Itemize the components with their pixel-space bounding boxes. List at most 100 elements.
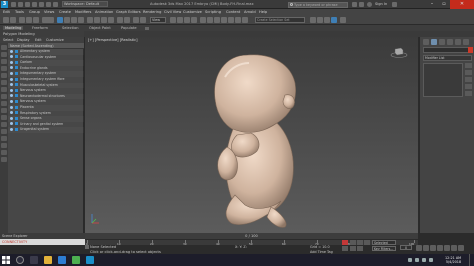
language-icon[interactable] [429, 258, 433, 262]
unlink-icon[interactable] [26, 17, 32, 23]
snaps-toggle-icon[interactable] [170, 17, 176, 23]
menu-arnold[interactable]: Arnold [244, 10, 256, 14]
material-editor-icon[interactable] [310, 17, 316, 23]
pan-icon[interactable] [444, 245, 450, 251]
project-folder-icon[interactable] [46, 2, 51, 7]
visibility-icon[interactable] [10, 111, 13, 115]
visibility-icon[interactable] [10, 49, 13, 53]
key-filters-button[interactable]: Key Filters... [372, 246, 396, 251]
menu-graph-editors[interactable]: Graph Editors [116, 10, 141, 14]
pivot-center-icon[interactable] [124, 17, 130, 23]
tab-populate[interactable]: Populate [121, 26, 137, 30]
zoom-all-icon[interactable] [423, 245, 429, 251]
new-file-icon[interactable] [11, 2, 16, 7]
menu-help[interactable]: Help [259, 10, 267, 14]
keyboard-shortcut-icon[interactable] [140, 17, 146, 23]
zoom-extents-icon[interactable] [430, 245, 436, 251]
ribbon-options-icon[interactable] [145, 26, 149, 30]
select-by-name-icon[interactable] [64, 17, 70, 23]
modify-tab-icon[interactable] [431, 39, 437, 45]
chrome-icon[interactable] [72, 256, 80, 264]
battery-icon[interactable] [422, 258, 426, 262]
mirror-icon[interactable] [207, 17, 213, 23]
hierarchy-tab-icon[interactable] [439, 39, 445, 45]
render-production-icon[interactable] [331, 17, 337, 23]
visibility-icon[interactable] [10, 77, 13, 81]
visibility-icon[interactable] [10, 94, 13, 98]
file-explorer-icon[interactable] [44, 256, 52, 264]
viewcube-icon[interactable] [390, 46, 408, 58]
named-selection-set-field[interactable]: Create Selection Set [255, 17, 305, 23]
object-color-swatch[interactable] [468, 47, 473, 53]
pick-from-scene-icon[interactable] [1, 157, 7, 162]
edit-named-selection-icon[interactable] [200, 17, 206, 23]
modifier-list-dropdown[interactable]: Modifier List [423, 55, 472, 61]
tab-selection[interactable]: Selection [62, 26, 79, 30]
go-to-end-icon[interactable] [357, 246, 363, 251]
set-key-button[interactable] [342, 246, 348, 251]
current-frame-field[interactable]: 0 [400, 245, 412, 250]
menu-animation[interactable]: Animation [95, 10, 113, 14]
dropdown-arrow-icon[interactable] [53, 2, 58, 7]
visibility-icon[interactable] [10, 116, 13, 120]
cortana-search-icon[interactable] [16, 256, 24, 264]
rectangular-selection-icon[interactable] [71, 17, 77, 23]
bind-space-warp-icon[interactable] [33, 17, 39, 23]
maxscript-listener[interactable]: CONNECTIVITY [0, 239, 85, 245]
explorer-menu-select[interactable]: Select [3, 38, 13, 42]
menu-edit[interactable]: Edit [3, 10, 10, 14]
network-icon[interactable] [408, 258, 412, 262]
make-unique-icon[interactable] [465, 77, 472, 82]
visibility-icon[interactable] [10, 99, 13, 103]
percent-snap-icon[interactable] [184, 17, 190, 23]
render-setup-icon[interactable] [317, 17, 323, 23]
sign-in-link[interactable]: Sign In [375, 2, 387, 6]
previous-frame-icon[interactable] [357, 240, 363, 245]
menu-group[interactable]: Group [29, 10, 40, 14]
save-icon[interactable] [25, 2, 30, 7]
menu-scripting[interactable]: Scripting [205, 10, 221, 14]
scale-icon[interactable] [101, 17, 107, 23]
object-name-field[interactable] [423, 47, 472, 53]
render-online-icon[interactable] [340, 17, 346, 23]
redo-icon[interactable] [39, 2, 44, 7]
transform-coordinates[interactable]: X: Y: Z: [235, 245, 247, 249]
utilities-tab-icon[interactable] [463, 39, 469, 45]
app-logo[interactable]: 3 [1, 1, 8, 8]
link-icon[interactable] [19, 17, 25, 23]
selection-filter-dropdown[interactable] [42, 17, 54, 23]
embryo-model[interactable] [85, 37, 418, 233]
visibility-icon[interactable] [10, 66, 13, 70]
window-crossing-icon[interactable] [78, 17, 84, 23]
menu-rendering[interactable]: Rendering [143, 10, 161, 14]
menu-content[interactable]: Content [226, 10, 240, 14]
angle-snap-icon[interactable] [177, 17, 183, 23]
motion-tab-icon[interactable] [447, 39, 453, 45]
layer-explorer-icon[interactable] [221, 17, 227, 23]
next-frame-icon[interactable] [350, 246, 356, 251]
close-button[interactable]: ✕ [450, 0, 474, 9]
lock-cell-editing-icon[interactable] [1, 150, 7, 155]
menu-create[interactable]: Create [59, 10, 71, 14]
reference-coordinate-dropdown[interactable]: View [150, 17, 166, 23]
rotate-icon[interactable] [94, 17, 100, 23]
create-tab-icon[interactable] [423, 39, 429, 45]
visibility-icon[interactable] [10, 122, 13, 126]
visibility-icon[interactable] [10, 127, 13, 131]
edge-browser-icon[interactable] [58, 256, 66, 264]
show-end-result-icon[interactable] [465, 70, 472, 75]
viewport-perspective[interactable]: [+] [Perspective] [Realistic] [85, 37, 418, 233]
pin-stack-icon[interactable] [465, 63, 472, 68]
play-icon[interactable] [364, 240, 370, 245]
visibility-icon[interactable] [10, 55, 13, 59]
task-view-icon[interactable] [30, 256, 38, 264]
tab-modeling[interactable]: Modeling [3, 25, 24, 30]
field-of-view-icon[interactable] [437, 245, 443, 251]
visibility-icon[interactable] [10, 105, 13, 109]
show-desktop-button[interactable] [469, 254, 474, 266]
zoom-icon[interactable] [416, 245, 422, 251]
move-icon[interactable] [87, 17, 93, 23]
configure-sets-icon[interactable] [465, 91, 472, 96]
spinner-snap-icon[interactable] [191, 17, 197, 23]
curve-editor-icon[interactable] [235, 17, 241, 23]
